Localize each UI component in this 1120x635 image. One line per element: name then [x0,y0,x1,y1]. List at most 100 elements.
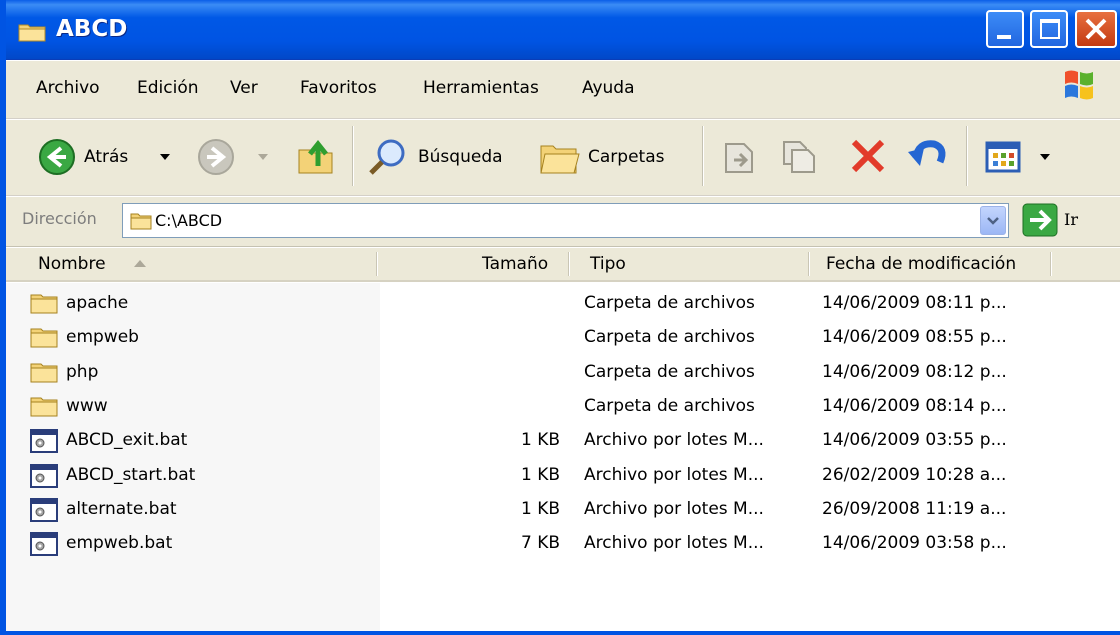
file-type: Archivo por lotes M... [584,498,764,519]
column-header-name[interactable]: Nombre [38,254,106,274]
go-arrow-icon[interactable] [1022,203,1058,237]
batch-file-icon [30,532,58,561]
delete-icon[interactable] [848,136,888,176]
file-date: 14/06/2009 08:55 p... [822,327,1007,348]
window-frame-bottom [0,631,1120,635]
file-date: 26/02/2009 10:28 a... [822,464,1007,485]
maximize-icon [1040,19,1060,39]
minimize-icon [997,35,1011,39]
toolbar-separator [966,126,968,186]
file-date: 14/06/2009 08:14 p... [822,395,1007,416]
menu-ayuda[interactable]: Ayuda [582,78,635,98]
folders-button[interactable]: Carpetas [588,147,664,167]
file-name[interactable]: apache [66,293,128,313]
title-bar[interactable]: ABCD [0,0,1120,60]
menu-ver[interactable]: Ver [230,78,258,98]
folder-icon [30,292,58,319]
column-divider[interactable] [1050,252,1052,276]
window-frame-left [0,0,6,635]
close-button[interactable] [1075,10,1117,48]
file-row[interactable]: alternate.bat 1 KB Archivo por lotes M... 2… [6,493,1120,527]
file-name[interactable]: php [66,362,98,382]
file-row[interactable]: apache Carpeta de archivos 14/06/2009 08:1… [6,287,1120,321]
go-button[interactable]: Ir [1064,210,1078,229]
sort-ascending-icon [134,260,146,267]
batch-file-icon [30,429,58,458]
file-size: 1 KB [520,464,560,485]
forward-dropdown-icon[interactable] [258,154,268,160]
menu-archivo[interactable]: Archivo [36,78,100,98]
file-name[interactable]: www [66,396,108,416]
views-dropdown-icon[interactable] [1040,154,1050,160]
folder-icon [30,361,58,388]
column-divider[interactable] [808,252,810,276]
folder-icon [30,395,58,422]
file-type: Carpeta de archivos [584,327,755,348]
file-row[interactable]: ABCD_exit.bat 1 KB Archivo por lotes M... 1… [6,424,1120,458]
minimize-button[interactable] [986,10,1024,48]
folder-icon [30,326,58,353]
file-row[interactable]: empweb.bat 7 KB Archivo por lotes M... 14/0… [6,527,1120,561]
menu-edicion[interactable]: Edición [137,78,199,98]
windows-logo-icon [1065,70,1093,100]
file-type: Archivo por lotes M... [584,533,764,554]
file-row[interactable]: ABCD_start.bat 1 KB Archivo por lotes M...… [6,459,1120,493]
window-title: ABCD [56,16,128,42]
batch-file-icon [30,497,58,527]
file-date: 14/06/2009 03:58 p... [822,533,1007,554]
address-value: C:\ABCD [155,211,223,230]
address-label: Dirección [22,209,97,228]
address-dropdown-button[interactable] [980,206,1006,235]
file-type: Carpeta de archivos [584,293,755,313]
folders-icon[interactable] [538,138,582,178]
file-type: Archivo por lotes M... [584,464,764,485]
menu-favoritos[interactable]: Favoritos [300,78,377,98]
column-divider[interactable] [568,252,570,276]
back-dropdown-icon[interactable] [160,154,170,160]
column-header-size[interactable]: Tamaño [482,254,548,274]
file-name[interactable]: ABCD_exit.bat [66,430,187,450]
file-type: Carpeta de archivos [584,395,755,416]
copy-to-icon[interactable] [780,138,820,176]
move-to-icon[interactable] [722,138,758,176]
file-name[interactable]: alternate.bat [66,499,177,519]
file-type: Carpeta de archivos [584,361,755,382]
file-row[interactable]: php Carpeta de archivos 14/06/2009 08:12 p… [6,356,1120,390]
toolbar-separator [352,126,354,186]
back-button[interactable]: Atrás [84,147,128,167]
back-arrow-icon[interactable] [38,138,76,176]
file-date: 14/06/2009 08:11 p... [822,293,1007,313]
file-name[interactable]: empweb [66,327,139,347]
file-name[interactable]: ABCD_start.bat [66,465,195,485]
batch-file-icon [30,463,58,493]
address-input[interactable]: C:\ABCD [122,203,1009,238]
menu-herramientas[interactable]: Herramientas [423,78,539,98]
file-size: 7 KB [520,533,560,554]
toolbar-separator [702,126,704,186]
file-size: 1 KB [520,430,560,451]
file-date: 26/09/2008 11:19 a... [822,498,1007,519]
file-type: Archivo por lotes M... [584,430,764,451]
folder-icon [18,24,46,42]
file-date: 14/06/2009 08:12 p... [822,361,1007,382]
column-divider[interactable] [376,252,378,276]
search-icon[interactable] [366,136,408,178]
menu-bar: Archivo Edición Ver Favoritos Herramient… [0,61,1120,119]
search-button[interactable]: Búsqueda [418,147,503,167]
column-header-row: Nombre Tamaño Tipo Fecha de modificación [6,248,1120,282]
forward-arrow-icon[interactable] [197,138,235,176]
chevron-down-icon [987,217,999,225]
column-header-type[interactable]: Tipo [590,254,626,274]
undo-icon[interactable] [906,136,950,176]
file-row[interactable]: empweb Carpeta de archivos 14/06/2009 08:5… [6,321,1120,355]
file-row[interactable]: www Carpeta de archivos 14/06/2009 08:14 p… [6,390,1120,424]
file-date: 14/06/2009 03:55 p... [822,430,1007,451]
file-name[interactable]: empweb.bat [66,533,172,553]
file-size: 1 KB [520,498,560,519]
toolbar: Atrás Búsqueda Carpetas [0,120,1120,196]
column-header-date[interactable]: Fecha de modificación [826,254,1016,274]
up-folder-icon[interactable] [296,136,336,176]
maximize-button[interactable] [1030,10,1068,48]
views-icon[interactable] [984,138,1022,176]
folder-icon [130,213,152,230]
